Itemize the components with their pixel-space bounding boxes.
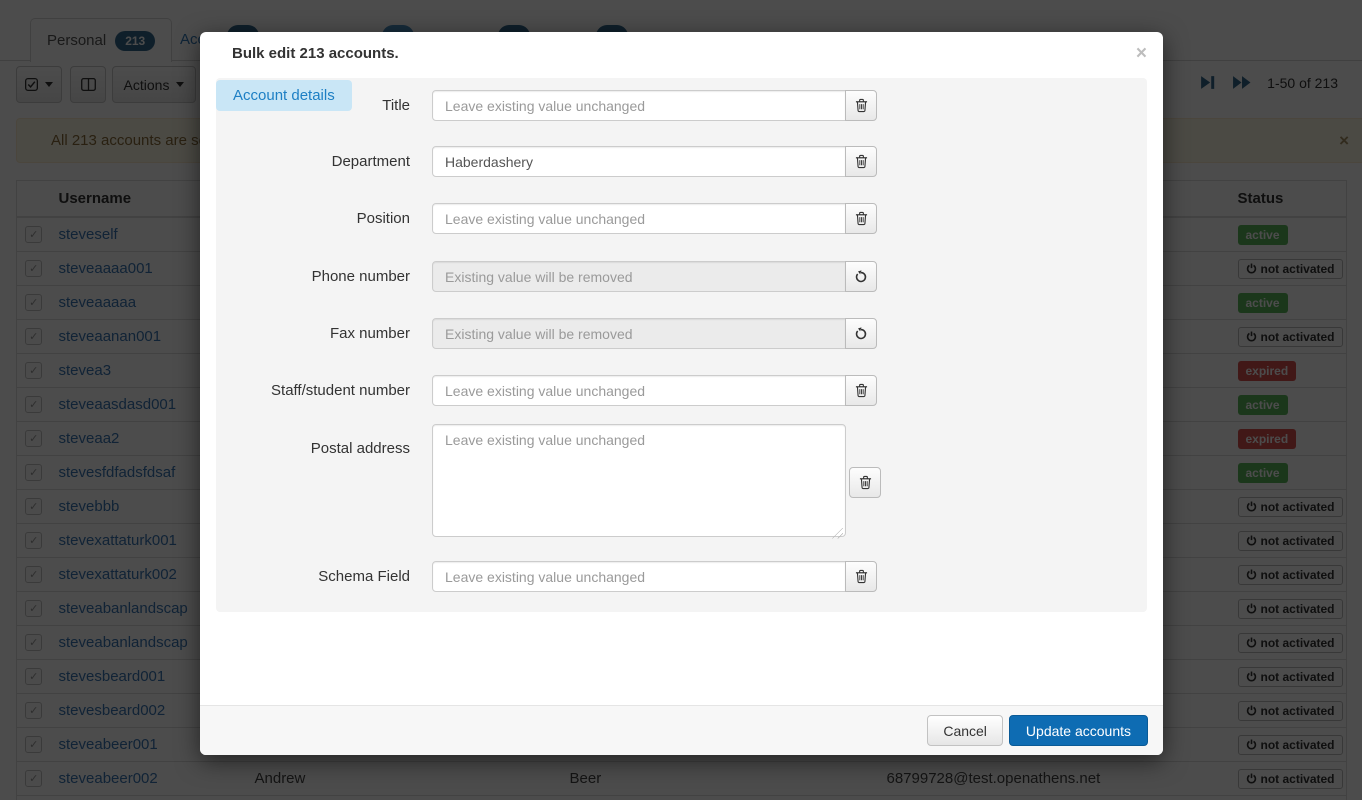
schema-field-clear-button[interactable]	[845, 561, 877, 592]
staff-student-number-input[interactable]	[432, 375, 846, 406]
field-row-schema-field: Schema Field	[200, 561, 877, 592]
field-row-fax: Fax number	[200, 318, 877, 349]
department-clear-button[interactable]	[845, 146, 877, 177]
modal-header: Bulk edit 213 accounts. ×	[200, 32, 1163, 76]
trash-icon	[855, 569, 868, 584]
trash-icon	[855, 211, 868, 226]
modal-close-icon[interactable]: ×	[1136, 44, 1147, 63]
field-row-phone: Phone number	[200, 261, 877, 292]
field-row-department: Department	[200, 146, 877, 177]
fax-number-restore-button[interactable]	[845, 318, 877, 349]
field-row-postal-address: Postal address	[200, 432, 881, 533]
phone-number-restore-button[interactable]	[845, 261, 877, 292]
cancel-button[interactable]: Cancel	[927, 715, 1003, 746]
field-row-position: Position	[200, 203, 877, 234]
update-accounts-button[interactable]: Update accounts	[1009, 715, 1148, 746]
field-row-title: Title	[200, 90, 877, 121]
position-clear-button[interactable]	[845, 203, 877, 234]
position-input[interactable]	[432, 203, 846, 234]
trash-icon	[855, 383, 868, 398]
phone-number-input	[432, 261, 846, 292]
staff-student-number-label: Staff/student number	[200, 382, 432, 399]
postal-address-textarea[interactable]	[432, 424, 846, 537]
modal-footer: Cancel Update accounts	[200, 705, 1163, 755]
undo-icon	[854, 270, 868, 284]
department-label: Department	[200, 153, 432, 170]
trash-icon	[855, 154, 868, 169]
field-row-staff-number: Staff/student number	[200, 375, 877, 406]
department-input[interactable]	[432, 146, 846, 177]
schema-field-input[interactable]	[432, 561, 846, 592]
bulk-edit-modal: Bulk edit 213 accounts. × Account detail…	[200, 32, 1163, 755]
schema-field-label: Schema Field	[200, 568, 432, 585]
position-label: Position	[200, 210, 432, 227]
title-clear-button[interactable]	[845, 90, 877, 121]
postal-address-clear-button[interactable]	[849, 467, 881, 498]
title-input[interactable]	[432, 90, 846, 121]
modal-title: Bulk edit 213 accounts.	[232, 45, 399, 62]
title-label: Title	[200, 97, 432, 114]
trash-icon	[859, 475, 872, 490]
fax-number-input	[432, 318, 846, 349]
fax-number-label: Fax number	[200, 325, 432, 342]
screen: Personal 213 Acc Actions	[0, 0, 1362, 800]
postal-address-label: Postal address	[200, 432, 432, 457]
phone-number-label: Phone number	[200, 268, 432, 285]
trash-icon	[855, 98, 868, 113]
staff-student-number-clear-button[interactable]	[845, 375, 877, 406]
undo-icon	[854, 327, 868, 341]
